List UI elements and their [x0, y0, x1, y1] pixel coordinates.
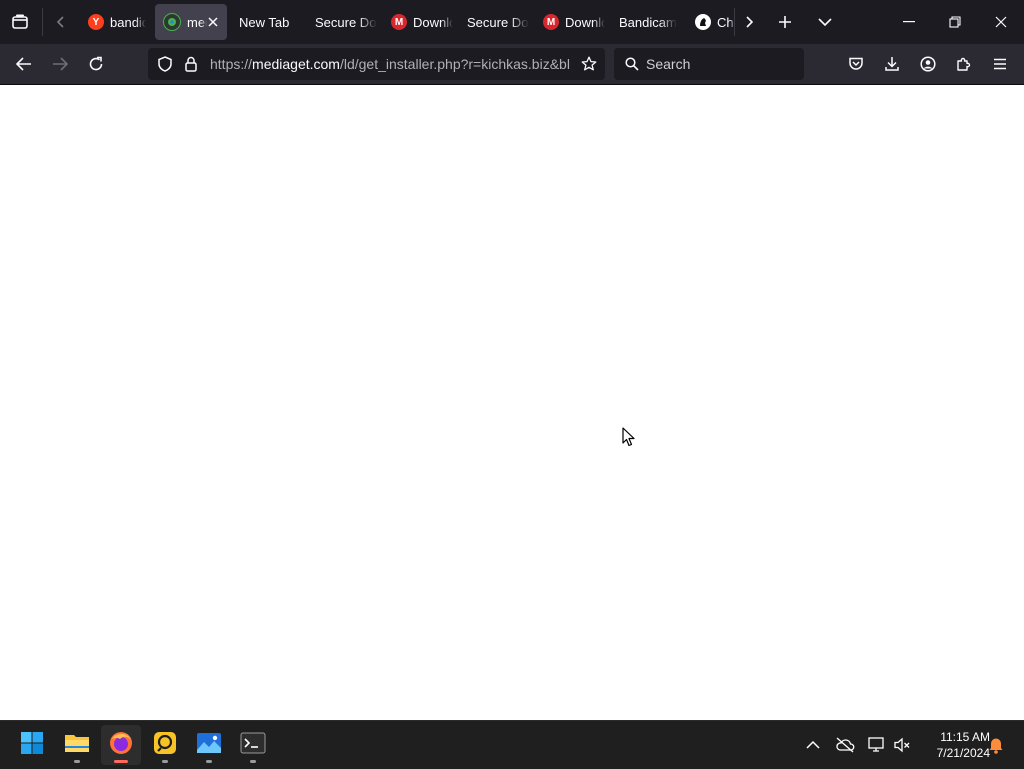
firefox-icon — [108, 730, 134, 761]
pocket-icon[interactable] — [842, 50, 870, 78]
taskbar: 11:15 AM 7/21/2024 — [0, 720, 1024, 769]
yandex-icon: Y — [88, 14, 104, 30]
close-window-icon[interactable] — [988, 8, 1014, 36]
navigation-toolbar: https://mediaget.com/ld/get_installer.ph… — [0, 44, 1024, 85]
forward-icon[interactable] — [46, 50, 74, 78]
taskbar-photos[interactable] — [189, 725, 229, 765]
tab-chess[interactable]: Chess — [689, 4, 735, 40]
running-indicator — [162, 760, 168, 763]
downloads-icon[interactable] — [878, 50, 906, 78]
tracking-protection-icon[interactable] — [154, 52, 176, 76]
back-icon[interactable] — [10, 50, 38, 78]
tab-label: Secure Download — [315, 14, 377, 30]
url-scheme: https:// — [210, 56, 253, 72]
notification-bell-icon[interactable] — [984, 733, 1008, 757]
app-yellow-icon — [153, 731, 177, 760]
minimize-icon[interactable] — [896, 8, 922, 36]
running-indicator — [74, 760, 80, 763]
tab-label: Secure Download — [467, 14, 529, 30]
onedrive-offline-icon[interactable] — [832, 733, 858, 757]
account-icon[interactable] — [914, 50, 942, 78]
search-placeholder: Search — [646, 56, 691, 72]
restore-icon[interactable] — [942, 8, 968, 36]
mega-icon: M — [391, 14, 407, 30]
tab-new-tab[interactable]: New Tab — [231, 4, 307, 40]
new-tab-icon[interactable] — [772, 10, 798, 34]
mediaget-icon — [163, 13, 181, 31]
reload-icon[interactable] — [82, 50, 110, 78]
scroll-tabs-right-icon[interactable] — [738, 10, 760, 34]
extensions-icon[interactable] — [950, 50, 978, 78]
bookmark-star-icon[interactable] — [576, 52, 602, 76]
menu-icon[interactable] — [986, 50, 1014, 78]
mouse-cursor-icon — [622, 427, 636, 447]
tab-bar: Y bandicam mediaget New Tab Secure Downl… — [0, 0, 1024, 44]
tab-label: Download — [565, 14, 605, 30]
separator — [42, 8, 43, 36]
list-all-tabs-icon[interactable] — [812, 10, 838, 34]
url-bar[interactable]: https://mediaget.com/ld/get_installer.ph… — [148, 48, 605, 80]
taskbar-terminal[interactable] — [233, 725, 273, 765]
taskbar-firefox[interactable] — [101, 725, 141, 765]
volume-muted-icon[interactable] — [890, 733, 914, 757]
terminal-icon — [240, 732, 266, 759]
running-indicator — [206, 760, 212, 763]
taskbar-app-yellow[interactable] — [145, 725, 185, 765]
tab-label: Chess — [717, 14, 735, 30]
start-button[interactable] — [12, 725, 52, 765]
scroll-tabs-left-icon[interactable] — [50, 10, 72, 34]
mega-icon: M — [543, 14, 559, 30]
tab-download-mega[interactable]: M Download — [383, 4, 453, 40]
tab-bandicam[interactable]: Y bandicam — [80, 4, 146, 40]
page-content[interactable] — [0, 85, 1024, 720]
start-icon — [20, 731, 44, 760]
lock-icon[interactable] — [180, 52, 202, 76]
search-box[interactable]: Search — [614, 48, 804, 80]
tab-secure-download[interactable]: Secure Download — [307, 4, 377, 40]
clock-time: 11:15 AM — [940, 730, 990, 744]
running-indicator — [250, 760, 256, 763]
url-path: /ld/get_installer.php?r=kichkas.biz&bl — [339, 56, 570, 72]
url-host: mediaget.com — [252, 56, 340, 72]
url-text[interactable]: https://mediaget.com/ld/get_installer.ph… — [210, 48, 572, 80]
tab-label: Download — [413, 14, 453, 30]
taskbar-file-explorer[interactable] — [57, 725, 97, 765]
tab-label: Bandicam — [619, 14, 677, 30]
tab-bandicam-2[interactable]: Bandicam — [611, 4, 687, 40]
tab-mediaget[interactable]: mediaget — [155, 4, 227, 40]
firefox-view-icon[interactable] — [8, 10, 32, 34]
tab-label: New Tab — [239, 14, 290, 30]
tab-label: bandicam — [110, 14, 146, 30]
show-hidden-icons-chevron-up-icon[interactable] — [800, 733, 826, 757]
separator — [734, 8, 735, 36]
close-tab-icon[interactable] — [203, 12, 223, 32]
network-icon[interactable] — [864, 733, 890, 757]
chess-icon — [695, 14, 711, 30]
photos-icon — [196, 732, 222, 759]
file-explorer-icon — [64, 732, 90, 759]
tab-download-mega-2[interactable]: M Download — [535, 4, 605, 40]
system-clock[interactable]: 11:15 AM 7/21/2024 — [918, 729, 990, 761]
search-icon — [622, 54, 642, 74]
tab-secure-download-2[interactable]: Secure Download — [459, 4, 529, 40]
clock-date: 7/21/2024 — [936, 746, 990, 760]
running-indicator — [114, 760, 128, 763]
